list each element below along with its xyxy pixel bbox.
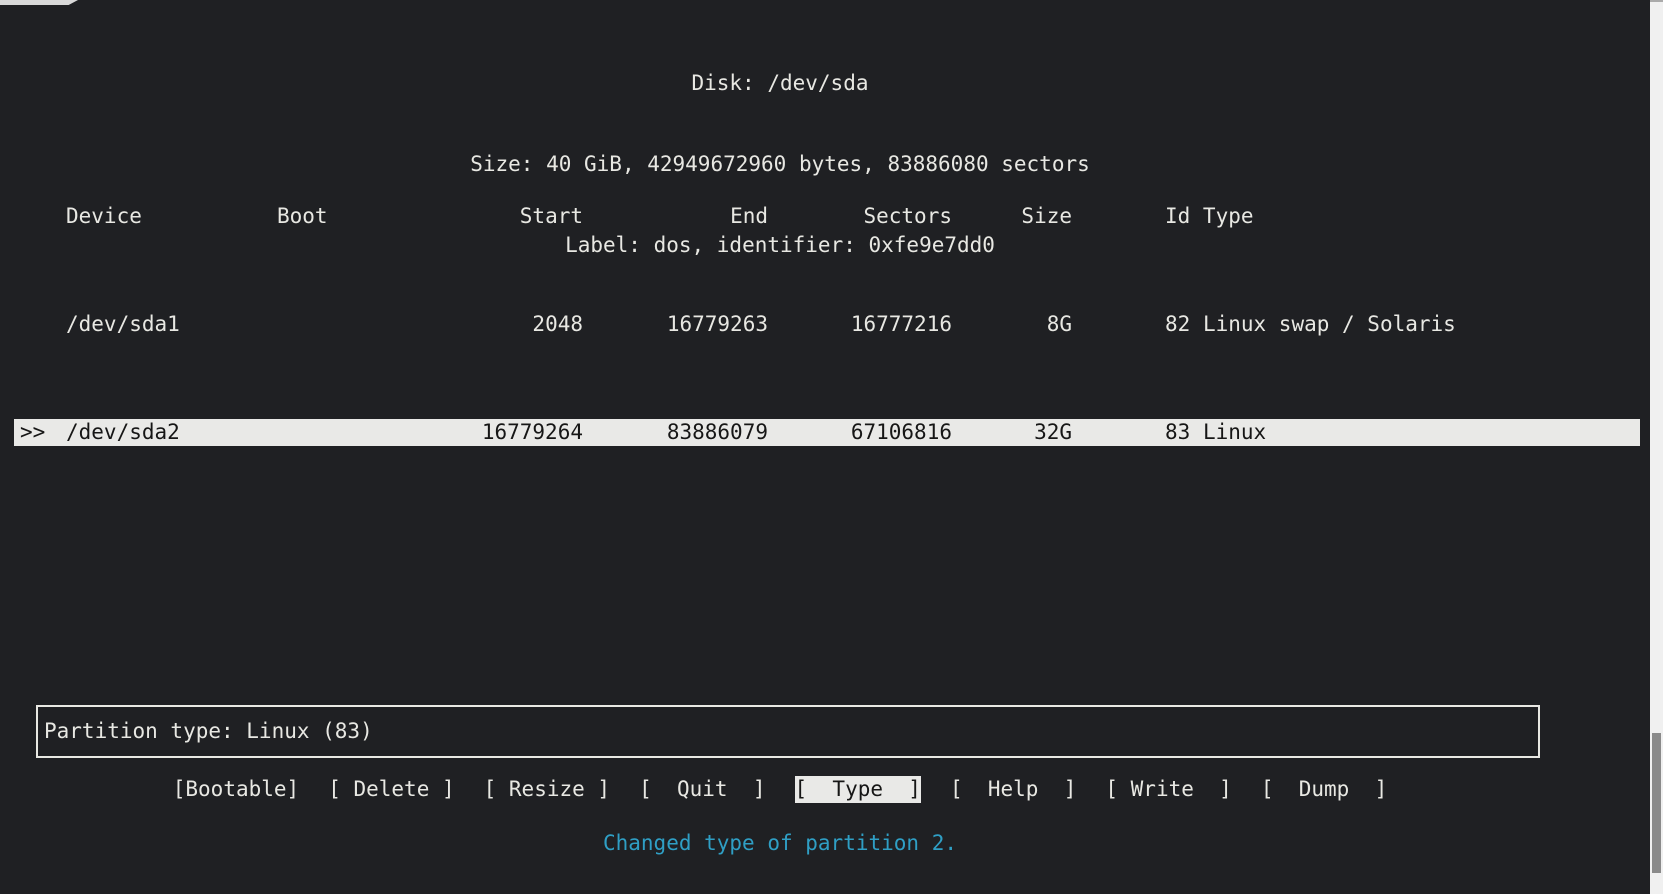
type-value: Linux swap / Solaris [1203, 312, 1456, 336]
size-column-header: Size [952, 203, 1072, 230]
menu-item-resize[interactable]: [ Resize ] [484, 776, 610, 803]
sectors-cell: 67106816 [768, 419, 952, 446]
start-cell: 16779264 [460, 419, 583, 446]
disk-title-line: Disk: /dev/sda [0, 70, 1560, 97]
id-value: 83 [1165, 419, 1190, 446]
start-cell: 2048 [460, 311, 583, 338]
menu-bar: [Bootable] [ Delete ] [ Resize ] [ Quit … [0, 776, 1560, 803]
selection-marker: >> [14, 419, 66, 446]
table-header-row: Device Boot Start End Sectors Size Id Ty… [14, 203, 1640, 230]
id-type-column-header: Id Type [1165, 203, 1640, 230]
menu-item-delete[interactable]: [ Delete ] [328, 776, 454, 803]
type-value: Linux [1203, 420, 1266, 444]
start-column-header: Start [460, 203, 583, 230]
partition-table: Device Boot Start End Sectors Size Id Ty… [0, 122, 1650, 527]
end-cell: 83886079 [583, 419, 768, 446]
browser-tab-sliver [0, 0, 78, 5]
menu-item-quit[interactable]: [ Quit ] [639, 776, 765, 803]
device-column-header: Device [66, 203, 277, 230]
status-message: Changed type of partition 2. [0, 830, 1560, 857]
partition-type-text: Partition type: Linux (83) [44, 718, 373, 745]
table-row-sda1[interactable]: /dev/sda1 2048 16779263 16777216 8G 82 Li… [14, 311, 1640, 338]
end-column-header: End [583, 203, 768, 230]
scrollbar-thumb[interactable] [1652, 733, 1661, 873]
sectors-column-header: Sectors [768, 203, 952, 230]
menu-item-type-selected[interactable]: [ Type ] [795, 776, 921, 803]
end-cell: 16779263 [583, 311, 768, 338]
menu-item-write[interactable]: [ Write ] [1105, 776, 1231, 803]
menu-item-dump[interactable]: [ Dump ] [1261, 776, 1387, 803]
size-cell: 32G [952, 419, 1072, 446]
id-value: 82 [1165, 311, 1190, 338]
id-type-cell: 83 Linux [1165, 419, 1640, 446]
page-scrollbar[interactable] [1650, 0, 1663, 894]
device-cell: /dev/sda1 [66, 311, 277, 338]
device-cell: /dev/sda2 [66, 419, 277, 446]
id-type-cell: 82 Linux swap / Solaris [1165, 311, 1640, 338]
boot-column-header: Boot [277, 203, 460, 230]
menu-item-bootable[interactable]: [Bootable] [173, 776, 299, 803]
table-row-sda2-selected[interactable]: >> /dev/sda2 16779264 83886079 67106816 … [14, 419, 1640, 446]
terminal-screen[interactable]: Disk: /dev/sda Size: 40 GiB, 42949672960… [0, 0, 1650, 894]
size-cell: 8G [952, 311, 1072, 338]
sectors-cell: 16777216 [768, 311, 952, 338]
partition-type-info-box: Partition type: Linux (83) [36, 705, 1540, 758]
menu-item-help[interactable]: [ Help ] [950, 776, 1076, 803]
